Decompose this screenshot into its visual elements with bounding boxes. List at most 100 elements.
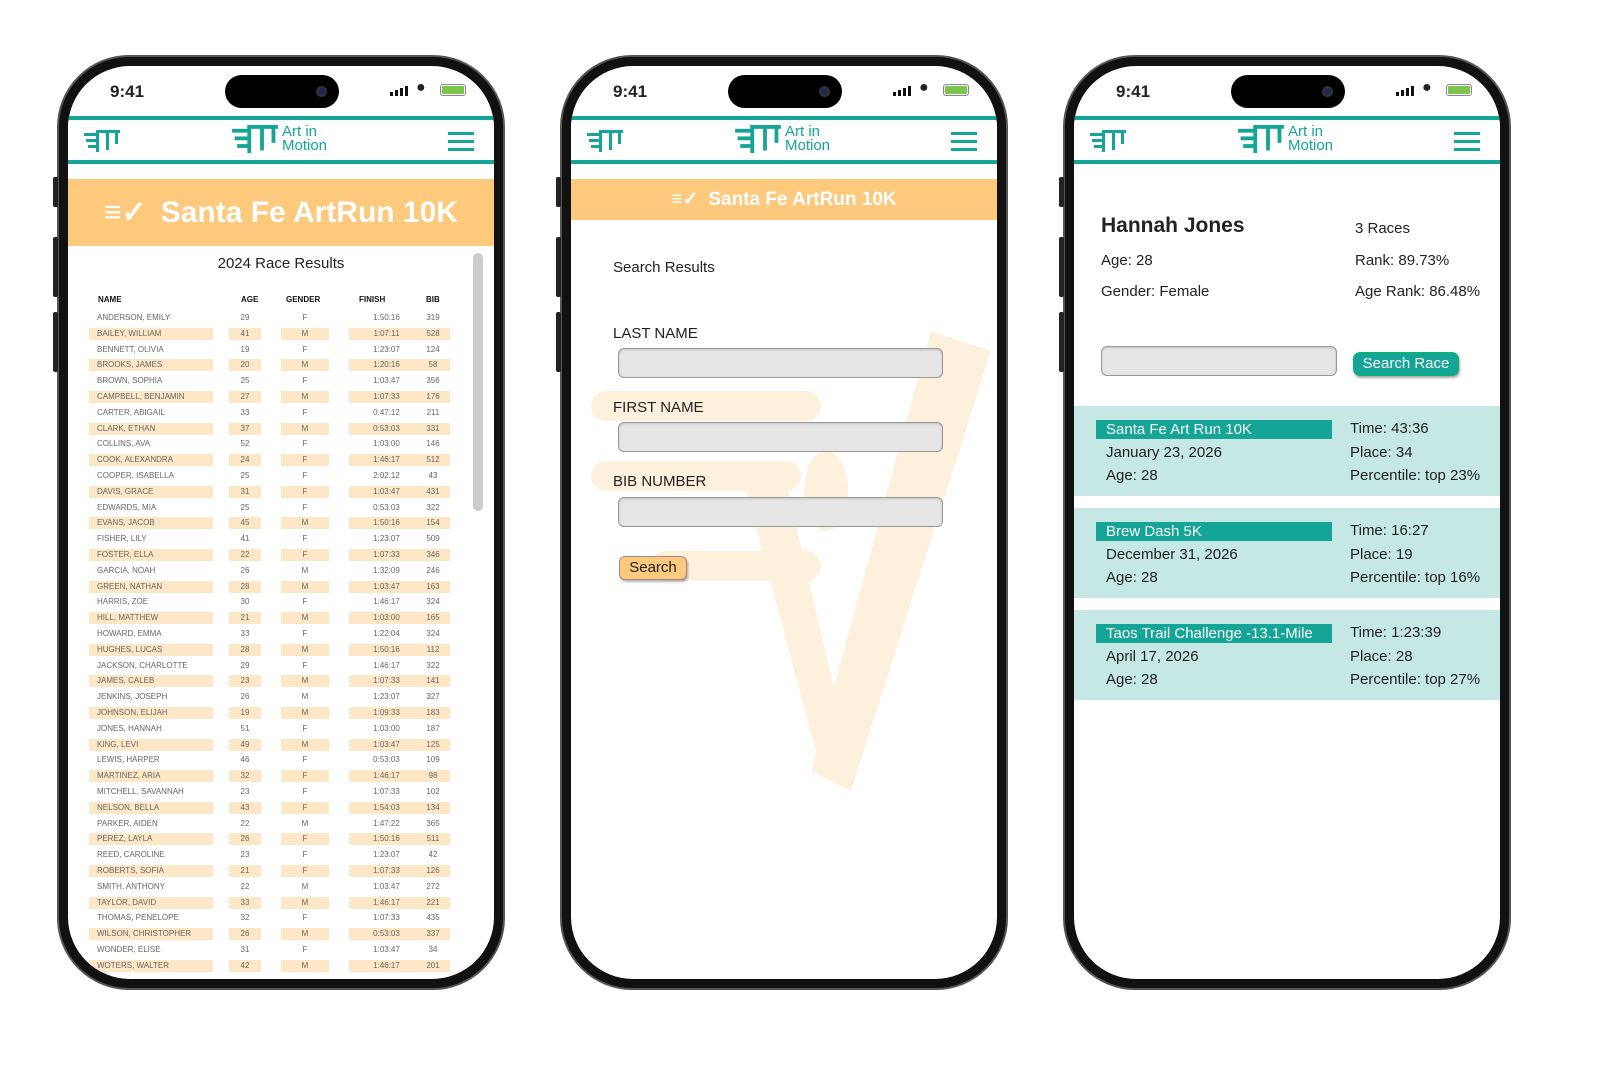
last-name-label: LAST NAME [613, 325, 698, 342]
race-title[interactable]: Santa Fe Art Run 10K [1096, 420, 1332, 439]
race-search-input[interactable] [1101, 346, 1337, 376]
cell-finish: 2:02:12 [373, 471, 400, 480]
cell-finish: 1:46:17 [349, 896, 424, 909]
cell-age: 20 [229, 359, 261, 372]
cell-age: 26 [240, 565, 250, 575]
cell-age: 31 [229, 485, 261, 498]
cell-gender: M [281, 391, 329, 403]
cell-name: WILSON, CHRISTOPHER [89, 928, 213, 941]
cell-finish: 1:03:47 [373, 945, 400, 954]
scrollbar[interactable] [473, 253, 483, 511]
brand-line2: Motion [282, 137, 328, 154]
cell-gender: M [281, 359, 329, 372]
column-header[interactable]: BIB [426, 295, 440, 304]
cell-bib: 134 [416, 801, 450, 814]
cell-finish: 1:03:47 [373, 881, 400, 891]
cell-gender: F [281, 549, 329, 561]
cell-bib: 201 [416, 959, 450, 972]
hamburger-menu-icon[interactable] [1454, 132, 1480, 156]
cell-gender: M [281, 643, 329, 656]
logo-mark-icon[interactable] [587, 130, 623, 152]
cell-bib: 431 [416, 485, 450, 498]
cell-age: 33 [240, 407, 250, 417]
cell-finish: 1:50:16 [349, 833, 424, 846]
dynamic-island [225, 75, 339, 108]
camera-icon [316, 86, 327, 97]
race-title: Santa Fe ArtRun 10K [708, 188, 897, 210]
cell-bib: 126 [416, 865, 450, 877]
column-header[interactable]: GENDER [286, 295, 320, 304]
logo-mark-icon [735, 125, 781, 153]
cell-name: JACKSON, CHARLOTTE [97, 660, 188, 670]
cell-bib: 112 [416, 643, 450, 656]
cell-finish: 1:46:17 [349, 959, 424, 972]
brand-logo[interactable]: Art in Motion [1236, 124, 1333, 153]
race-card[interactable]: Brew Dash 5K December 31, 2026 Age: 28 T… [1074, 508, 1500, 598]
cell-gender: M [281, 896, 329, 909]
cell-age: 51 [240, 723, 250, 733]
cell-finish: 1:03:00 [373, 723, 400, 733]
race-title[interactable]: Brew Dash 5K [1096, 522, 1332, 541]
cell-bib: 146 [426, 439, 440, 449]
cell-gender: F [281, 865, 329, 877]
cell-gender: M [301, 565, 309, 575]
race-card[interactable]: Santa Fe Art Run 10K January 23, 2026 Ag… [1074, 406, 1500, 496]
logo-mark-icon[interactable] [1090, 130, 1126, 152]
cell-finish: 1:47:22 [373, 818, 400, 828]
cell-gender: M [281, 959, 329, 972]
silent-switch [1059, 177, 1064, 207]
cell-bib: 124 [426, 344, 440, 354]
race-time: Time: 43:36 [1350, 420, 1429, 437]
race-title[interactable]: Taos Trail Challenge -13.1-Mile [1096, 624, 1332, 643]
last-name-input[interactable] [618, 348, 943, 378]
column-header[interactable]: FINISH [359, 295, 385, 304]
battery-icon [943, 84, 969, 96]
brand-logo[interactable]: Art in Motion [733, 124, 830, 153]
search-results-heading: Search Results [613, 259, 715, 276]
cell-finish: 0:53:03 [349, 422, 424, 435]
first-name-input[interactable] [618, 422, 943, 452]
cell-name: DAVIS, GRACE [89, 485, 213, 498]
cell-bib: 176 [416, 391, 450, 403]
cell-finish: 1:23:07 [373, 344, 400, 354]
camera-icon [1322, 86, 1333, 97]
races-count: 3 Races [1355, 220, 1411, 237]
hamburger-menu-icon[interactable] [448, 132, 474, 156]
cell-age: 30 [240, 597, 250, 607]
bib-number-input[interactable] [618, 497, 943, 527]
cell-age: 43 [229, 801, 261, 814]
cell-age: 23 [229, 675, 261, 688]
cell-gender: F [281, 454, 329, 467]
cell-finish: 1:03:00 [349, 612, 424, 625]
runner-age: Age: 28 [1101, 252, 1153, 269]
hamburger-menu-icon[interactable] [951, 132, 977, 156]
cell-age: 42 [229, 959, 261, 972]
cell-finish: 1:07:11 [349, 327, 424, 340]
cell-age: 33 [240, 629, 250, 638]
brand-logo[interactable]: Art in Motion [230, 124, 328, 154]
cell-gender: F [281, 770, 329, 783]
cell-age: 27 [229, 391, 261, 403]
cell-finish: 1:23:07 [373, 692, 400, 702]
cell-age: 41 [240, 534, 250, 544]
cell-bib: 43 [428, 471, 438, 480]
search-button[interactable]: Search [619, 556, 687, 580]
column-header[interactable]: NAME [98, 295, 122, 304]
race-percentile: Percentile: top 23% [1350, 467, 1481, 484]
race-date: January 23, 2026 [1106, 444, 1222, 461]
cell-gender: F [302, 471, 308, 480]
cell-bib: 58 [416, 359, 450, 372]
cell-name: PARKER, AIDEN [97, 818, 158, 828]
signal-icon [390, 86, 408, 96]
race-card[interactable]: Taos Trail Challenge -13.1-Mile April 17… [1074, 610, 1500, 700]
search-race-button[interactable]: Search Race [1353, 352, 1459, 376]
cell-name: HARRIS, ZOE [97, 597, 149, 607]
cell-bib: 34 [428, 945, 438, 954]
cell-gender: F [302, 344, 308, 354]
logo-mark-icon[interactable] [84, 130, 120, 152]
cell-age: 19 [240, 344, 250, 354]
cell-age: 46 [240, 755, 250, 765]
cell-gender: F [281, 485, 329, 498]
cell-name: JENKINS, JOSEPH [97, 692, 168, 702]
column-header[interactable]: AGE [241, 295, 258, 304]
